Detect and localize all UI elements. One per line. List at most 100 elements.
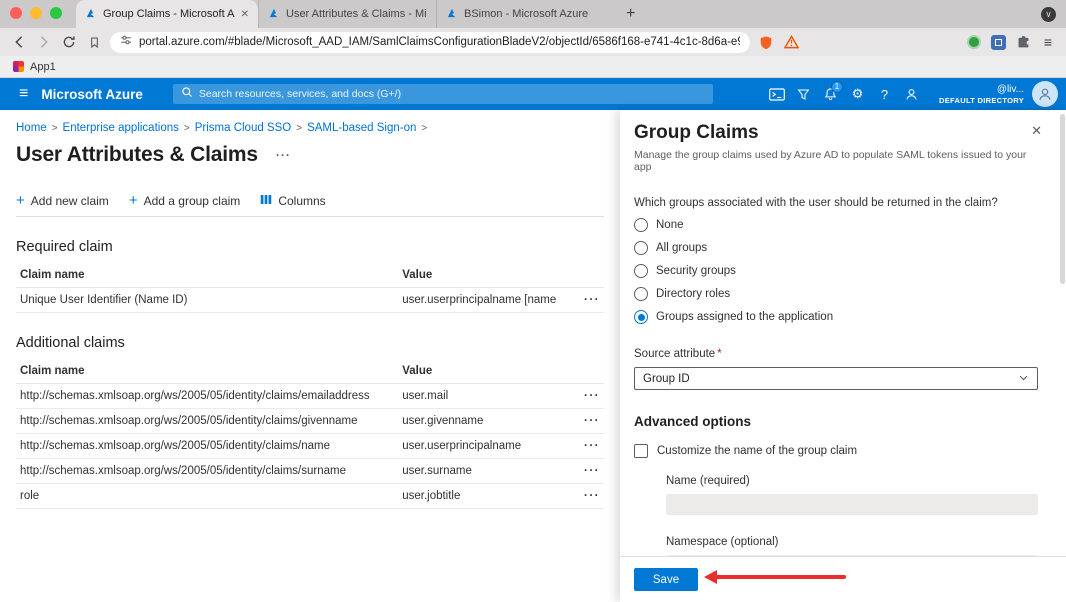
adblock-shield-icon[interactable] [757,33,775,51]
claim-value-cell: user.userprincipalname [nameid-for... [398,288,557,313]
claim-value-cell: user.givenname [398,409,557,434]
table-row[interactable]: http://schemas.xmlsoap.org/ws/2005/05/id… [16,459,604,484]
radio-icon[interactable] [634,310,648,324]
columns-label: Columns [278,194,325,208]
puzzle-extensions-icon[interactable] [1015,33,1033,51]
feedback-icon[interactable] [898,81,925,108]
claim-name-cell[interactable]: Unique User Identifier (Name ID) [16,288,398,313]
source-attribute-select[interactable]: Group ID [634,367,1038,390]
new-tab-button[interactable]: + [614,5,647,28]
radio-option-security-groups[interactable]: Security groups [634,264,1038,278]
radio-label: Groups assigned to the application [656,311,833,323]
save-button[interactable]: Save [634,568,698,591]
claim-value-cell: user.mail [398,384,557,409]
radio-option-directory-roles[interactable]: Directory roles [634,287,1038,301]
tab-close-icon[interactable]: ✕ [241,9,249,20]
table-row[interactable]: http://schemas.xmlsoap.org/ws/2005/05/id… [16,434,604,459]
directory-filter-icon[interactable] [790,81,817,108]
radio-option-all-groups[interactable]: All groups [634,241,1038,255]
radio-option-none[interactable]: None [634,218,1038,232]
screen: Group Claims - Microsoft Azure ✕ User At… [0,0,1066,602]
help-icon[interactable]: ? [871,81,898,108]
table-row[interactable]: http://schemas.xmlsoap.org/ws/2005/05/id… [16,384,604,409]
account-info[interactable]: @liv... DEFAULT DIRECTORY [939,83,1024,106]
claim-name-cell[interactable]: role [16,484,398,509]
search-icon [181,85,193,103]
settings-gear-icon[interactable]: ⚙ [844,81,871,108]
azure-brand[interactable]: Microsoft Azure [41,87,143,102]
avatar[interactable] [1032,81,1058,107]
breadcrumb-enterprise-applications[interactable]: Enterprise applications [63,122,179,134]
column-header-claim-name: Claim name [16,263,398,288]
page-title: User Attributes & Claims [16,143,258,167]
radio-label: Security groups [656,265,736,277]
bookmark-app1[interactable]: App1 [30,61,56,73]
panel-title: Group Claims [634,122,1038,144]
cloud-shell-icon[interactable] [763,81,790,108]
window-controls [0,7,76,28]
radio-icon[interactable] [634,241,648,255]
close-icon[interactable]: ✕ [1031,123,1042,139]
back-icon[interactable] [10,33,28,51]
window-zoom-button[interactable] [50,7,62,19]
row-more-icon[interactable]: ··· [557,288,604,313]
claim-name-cell[interactable]: http://schemas.xmlsoap.org/ws/2005/05/id… [16,434,398,459]
browser-profile-icon[interactable]: ∨ [1041,7,1056,22]
account-name: @liv... [939,83,1024,96]
namespace-optional-label: Namespace (optional) [666,536,1038,548]
row-more-icon[interactable]: ··· [557,409,604,434]
additional-claims-table: Claim name Value http://schemas.xmlsoap.… [16,359,604,509]
plus-icon: + [129,193,138,208]
breadcrumb-home[interactable]: Home [16,122,47,134]
claim-value-cell: user.userprincipalname [398,434,557,459]
radio-label: None [656,219,684,231]
notification-badge: 1 [831,81,843,93]
browser-tab-bsimon[interactable]: BSimon - Microsoft Azure [436,0,614,28]
search-input[interactable] [199,88,705,100]
extension-green-icon[interactable] [965,33,983,51]
window-close-button[interactable] [10,7,22,19]
page-more-icon[interactable]: ··· [276,148,291,162]
browser-tab-user-attributes[interactable]: User Attributes & Claims - Microsof [258,0,436,28]
claim-name-cell[interactable]: http://schemas.xmlsoap.org/ws/2005/05/id… [16,384,398,409]
site-settings-icon[interactable] [120,33,132,51]
reload-icon[interactable] [60,33,78,51]
breadcrumb-saml-sign-on[interactable]: SAML-based Sign-on [307,122,416,134]
row-more-icon[interactable]: ··· [557,484,604,509]
customize-name-checkbox[interactable]: Customize the name of the group claim [634,444,1038,458]
account-directory: DEFAULT DIRECTORY [939,96,1024,106]
warning-triangle-icon[interactable] [782,33,800,51]
add-group-claim-button[interactable]: + Add a group claim [129,193,241,208]
extension-blue-icon[interactable] [990,33,1008,51]
table-row[interactable]: Unique User Identifier (Name ID) user.us… [16,288,604,313]
radio-option-groups-assigned[interactable]: Groups assigned to the application [634,310,1038,324]
tab-title: BSimon - Microsoft Azure [464,8,605,20]
forward-icon[interactable] [35,33,53,51]
browser-address-bar: portal.azure.com/#blade/Microsoft_AAD_IA… [0,28,1066,56]
table-row[interactable]: http://schemas.xmlsoap.org/ws/2005/05/id… [16,409,604,434]
table-row[interactable]: role user.jobtitle ··· [16,484,604,509]
radio-icon[interactable] [634,218,648,232]
radio-icon[interactable] [634,264,648,278]
portal-menu-icon[interactable]: ≡ [8,85,39,103]
url-field[interactable]: portal.azure.com/#blade/Microsoft_AAD_IA… [110,32,750,53]
browser-menu-icon[interactable]: ≡ [1040,34,1056,50]
row-more-icon[interactable]: ··· [557,459,604,484]
columns-button[interactable]: Columns [260,194,325,208]
notifications-bell-icon[interactable]: 1 [817,81,844,108]
checkbox-icon[interactable] [634,444,648,458]
breadcrumb-prisma-cloud-sso[interactable]: Prisma Cloud SSO [195,122,292,134]
name-input[interactable] [666,494,1038,515]
radio-icon[interactable] [634,287,648,301]
global-search[interactable] [173,84,713,104]
panel-scrollbar[interactable] [1060,114,1065,552]
claim-name-cell[interactable]: http://schemas.xmlsoap.org/ws/2005/05/id… [16,409,398,434]
row-more-icon[interactable]: ··· [557,434,604,459]
claim-name-cell[interactable]: http://schemas.xmlsoap.org/ws/2005/05/id… [16,459,398,484]
add-new-claim-label: Add new claim [31,194,109,208]
bookmark-icon[interactable] [85,33,103,51]
browser-tab-group-claims[interactable]: Group Claims - Microsoft Azure ✕ [76,0,258,28]
window-minimize-button[interactable] [30,7,42,19]
row-more-icon[interactable]: ··· [557,384,604,409]
add-new-claim-button[interactable]: + Add new claim [16,193,109,208]
